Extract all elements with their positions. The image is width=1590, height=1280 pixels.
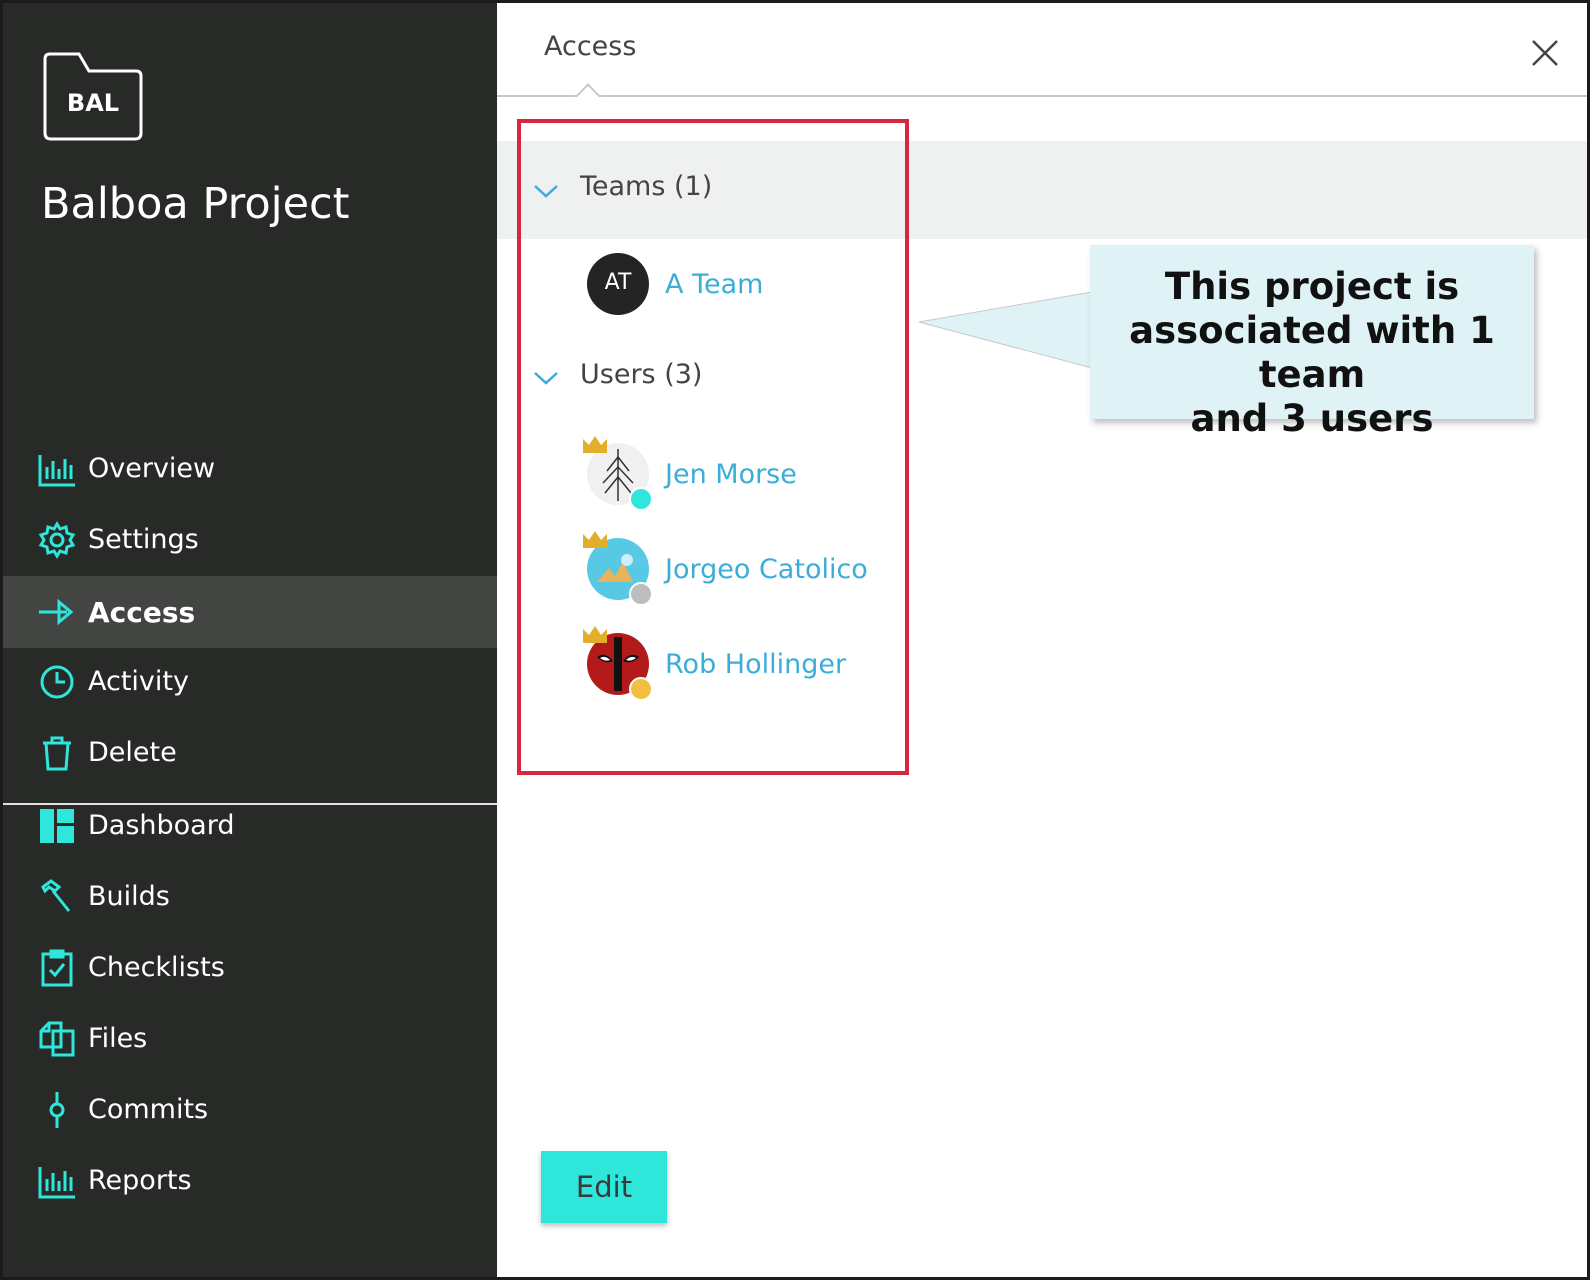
callout-text: This project is associated with 1 team a…: [1129, 265, 1495, 440]
edit-button[interactable]: Edit: [541, 1151, 667, 1223]
sidebar-item-label: Access: [88, 596, 196, 629]
hammer-icon: [37, 877, 77, 917]
sidebar-item-dashboard[interactable]: Dashboard: [3, 790, 497, 862]
tab-access[interactable]: Access: [544, 31, 636, 62]
tab-underline: [497, 95, 1587, 97]
sidebar-item-builds[interactable]: Builds: [3, 861, 497, 933]
project-name: Balboa Project: [41, 179, 350, 229]
edit-button-label: Edit: [575, 1170, 633, 1204]
project-folder-icon: BAL: [41, 51, 145, 143]
arrow-right-icon: [37, 592, 77, 632]
close-button[interactable]: [1527, 35, 1563, 71]
sidebar-item-reports[interactable]: Reports: [3, 1145, 497, 1217]
sidebar-item-label: Delete: [88, 737, 177, 768]
trash-icon: [37, 733, 77, 773]
sidebar-item-checklists[interactable]: Checklists: [3, 932, 497, 1004]
callout-pointer: [918, 291, 1093, 369]
sidebar-item-settings[interactable]: Settings: [3, 504, 497, 576]
callout-annotation: This project is associated with 1 team a…: [1090, 245, 1534, 440]
gear-icon: [37, 520, 77, 560]
bar-chart-icon: [37, 449, 77, 489]
tab-indicator: [575, 83, 601, 109]
sidebar-item-activity[interactable]: Activity: [3, 646, 497, 718]
sidebar-item-label: Reports: [88, 1165, 192, 1196]
sidebar-item-files[interactable]: Files: [3, 1003, 497, 1075]
clock-icon: [37, 662, 77, 702]
sidebar-item-delete[interactable]: Delete: [3, 717, 497, 789]
bar-chart-icon: [37, 1161, 77, 1201]
dashboard-icon: [37, 806, 77, 846]
sidebar-item-commits[interactable]: Commits: [3, 1074, 497, 1146]
commit-icon: [37, 1090, 77, 1130]
sidebar-item-label: Builds: [88, 881, 170, 912]
sidebar-item-label: Checklists: [88, 952, 225, 983]
sidebar-item-access[interactable]: Access: [3, 576, 497, 648]
files-icon: [37, 1019, 77, 1059]
sidebar-item-label: Activity: [88, 666, 189, 697]
sidebar-item-label: Settings: [88, 524, 199, 555]
sidebar-item-label: Commits: [88, 1094, 209, 1125]
sidebar-item-label: Files: [88, 1023, 148, 1054]
clipboard-check-icon: [37, 948, 77, 988]
highlight-annotation-box: [517, 119, 909, 775]
project-code: BAL: [66, 89, 120, 117]
access-panel: Access Teams (1) AT A Team Users (3) Jen…: [497, 3, 1587, 1277]
sidebar-item-label: Overview: [88, 453, 216, 484]
sidebar-item-label: Dashboard: [88, 810, 235, 841]
close-icon: [1532, 40, 1558, 66]
sidebar: BAL Balboa Project Overview Settings Acc…: [3, 3, 497, 1277]
sidebar-item-overview[interactable]: Overview: [3, 433, 497, 505]
